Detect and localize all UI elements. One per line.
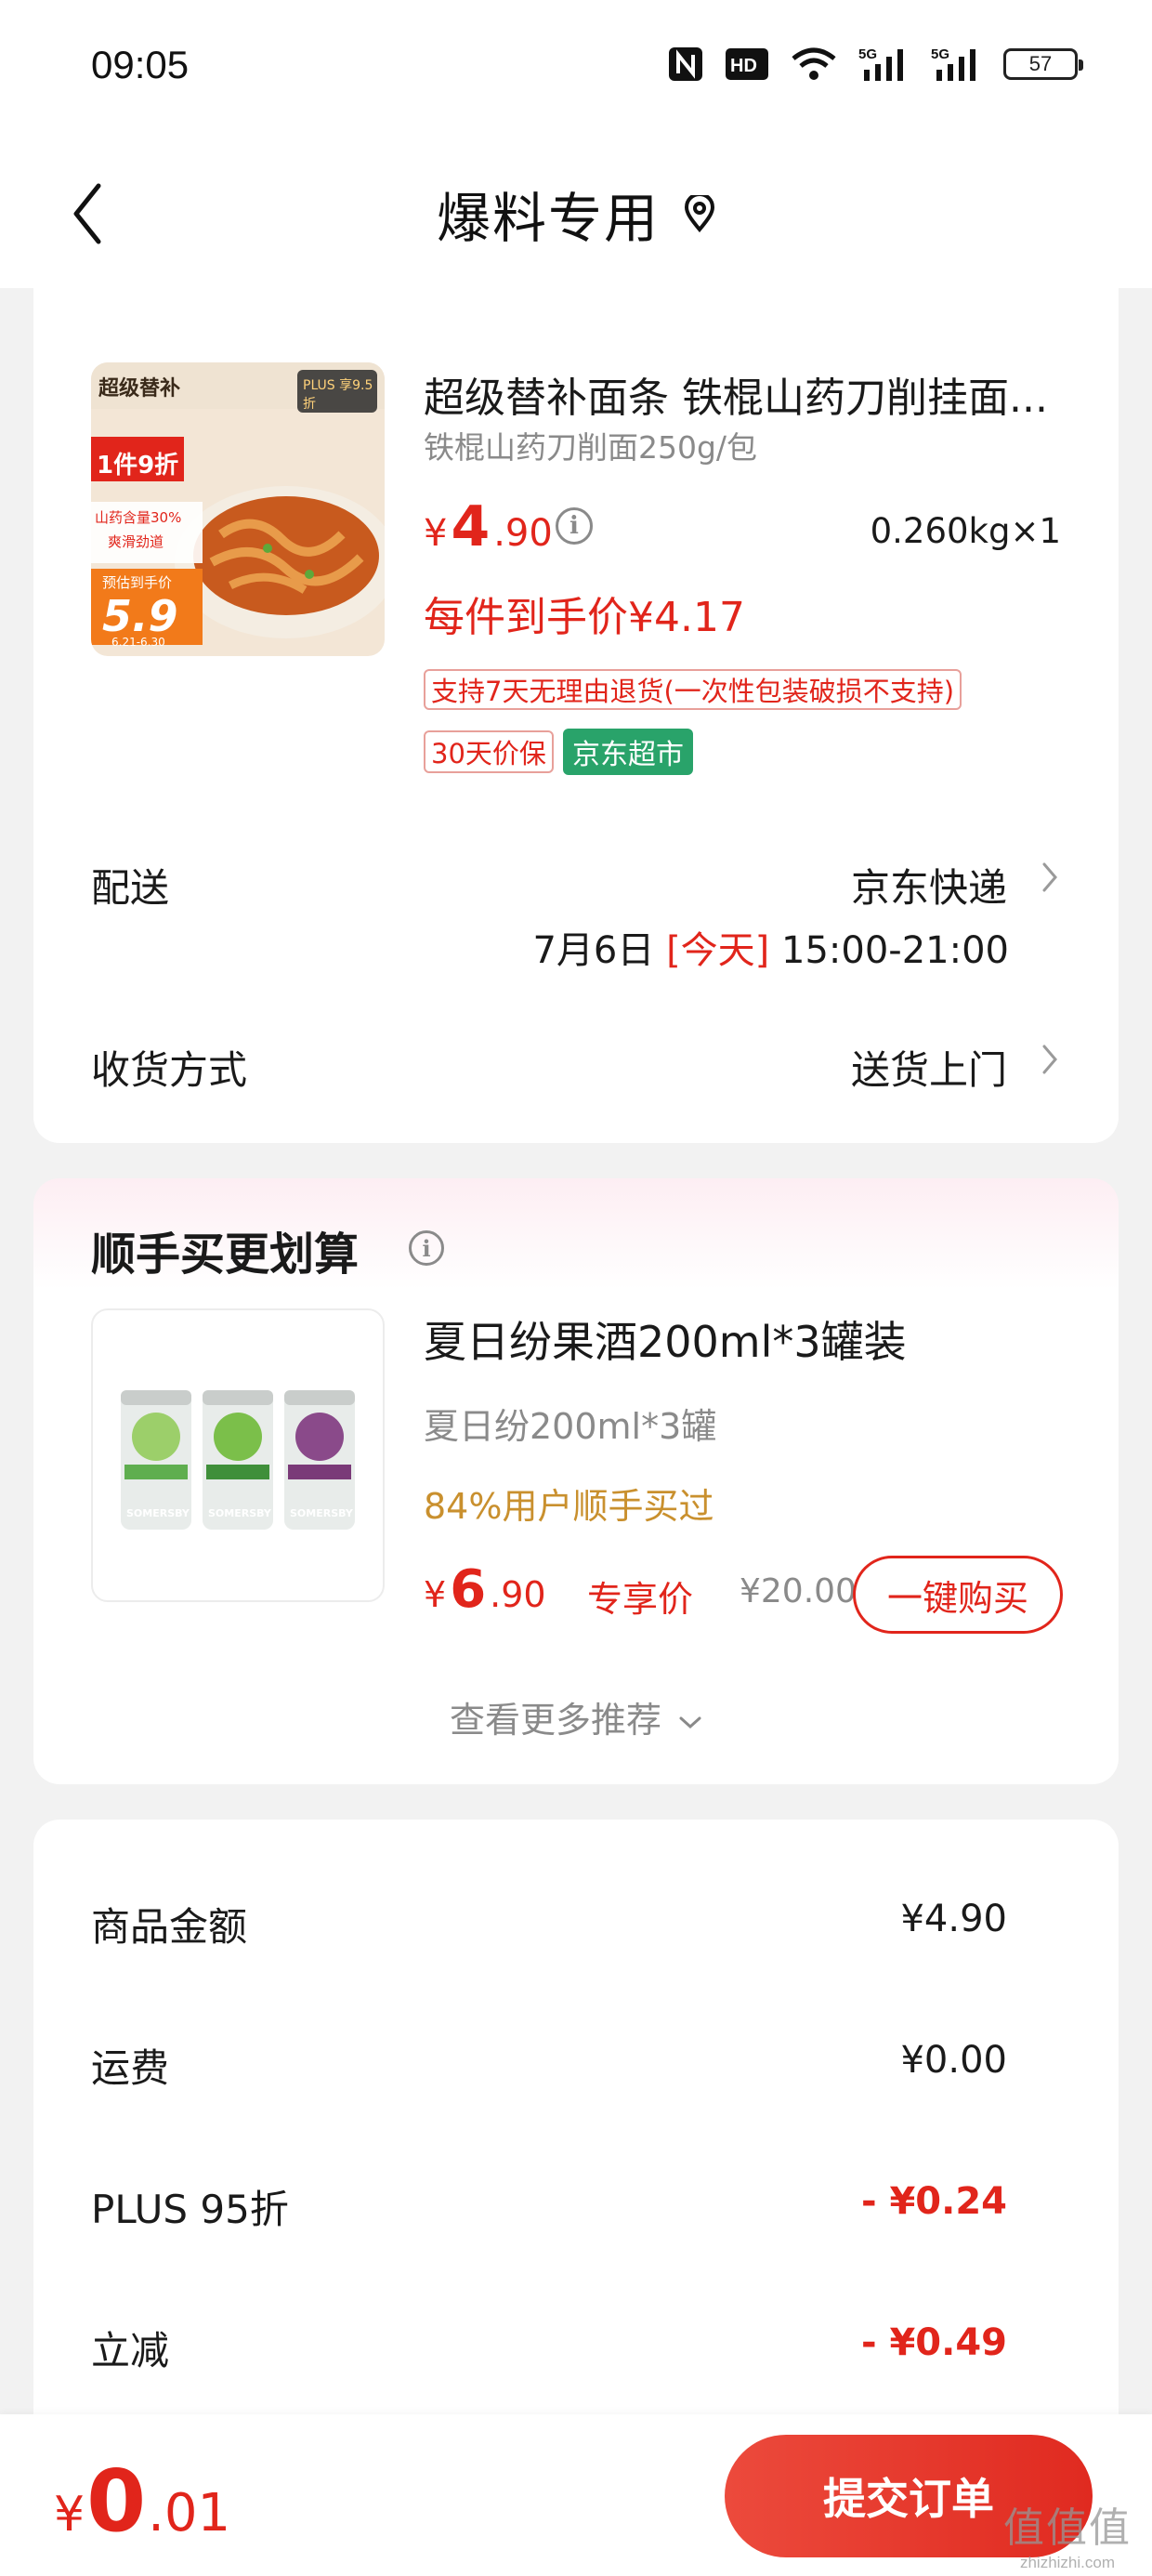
total-price: ¥ 0 .01 [54, 2451, 230, 2551]
page-title: 爆料专用 [436, 187, 660, 250]
receive-label: 收货方式 [91, 1047, 248, 1093]
total-decimal: .01 [148, 2483, 231, 2543]
final-price: 每件到手价¥4.17 [424, 594, 745, 641]
cost-value-discount: - ¥0.49 [860, 2321, 1007, 2364]
cost-value-goods: ¥4.90 [900, 1898, 1007, 1940]
recommend-info-icon[interactable]: i [409, 1230, 444, 1266]
est-price-value: 5.9 [102, 591, 178, 641]
exclusive-price-label: 专享价 [587, 1579, 694, 1620]
watermark-main: 值值值 [1003, 2504, 1132, 2552]
watermark: 值值值 zhizhizhi.com [1003, 2494, 1132, 2572]
product-card: 超级替补 PLUS 享9.5折 1件9折 山药含量30% 爽滑劲道 预估到手价 … [33, 288, 1119, 1143]
recommend-item-spec: 夏日纷200ml*3罐 [424, 1406, 717, 1447]
status-icons: HD 5G 5G 57 [667, 41, 1083, 87]
product-spec: 铁棍山药刀削面250g/包 [424, 429, 758, 466]
price-protect-tag: 30天价保 [424, 730, 554, 773]
delivery-today: [今天] [666, 929, 770, 972]
location-pin-icon[interactable] [684, 195, 715, 232]
cost-card: 商品金额 ¥4.90 运费 ¥0.00 PLUS 95折 - ¥0.24 立减 … [33, 1820, 1119, 2414]
chevron-right-icon[interactable] [1039, 859, 1061, 896]
jd-market-tag: 京东超市 [563, 729, 693, 775]
discount-badge: 1件9折 [97, 452, 179, 480]
price-currency: ¥ [424, 512, 448, 555]
original-price: ¥20.00 [740, 1572, 857, 1610]
can-brand-label: SOMERSBY [126, 1507, 190, 1519]
svg-text:HD: HD [730, 56, 757, 76]
recommend-item-name[interactable]: 夏日纷果酒200ml*3罐装 [424, 1308, 907, 1370]
price-decimal: .90 [493, 512, 553, 555]
bottom-bar: ¥ 0 .01 提交订单 [0, 2414, 1152, 2576]
recommend-image[interactable]: SOMERSBY SOMERSBY SOMERSBY [91, 1308, 385, 1602]
product-image[interactable]: 超级替补 PLUS 享9.5折 1件9折 山药含量30% 爽滑劲道 预估到手价 … [91, 362, 385, 656]
delivery-value[interactable]: 京东快递 [851, 857, 1007, 913]
price-currency: ¥ [424, 1574, 447, 1615]
price-decimal: .90 [490, 1574, 546, 1615]
receive-value[interactable]: 送货上门 [851, 1039, 1007, 1096]
cost-label-plus: PLUS 95折 [91, 2187, 289, 2232]
svg-text:5G: 5G [858, 46, 877, 62]
price-integer: 4 [451, 494, 491, 559]
recommend-title: 顺手买更划算 [91, 1229, 360, 1281]
cost-value-plus: - ¥0.24 [860, 2180, 1007, 2223]
est-price-label: 预估到手价 [102, 574, 173, 591]
more-recommend-link[interactable]: 查看更多推荐 [33, 1691, 1119, 1742]
nav-title-wrap: 爆料专用 [0, 139, 1152, 288]
delivery-date: 7月6日 [532, 929, 655, 972]
return-policy-tag: 支持7天无理由退货(一次性包装破损不支持) [424, 669, 962, 710]
price-integer: 6 [450, 1559, 487, 1620]
signal-5g-icon: 5G [931, 46, 983, 83]
chevron-down-icon [679, 1716, 701, 1728]
hd-icon: HD [725, 47, 769, 81]
can-brand-label: SOMERSBY [208, 1507, 271, 1519]
delivery-label: 配送 [91, 865, 170, 911]
feature-badge-1: 山药含量30% [95, 509, 182, 526]
more-recommend-label: 查看更多推荐 [449, 1700, 661, 1741]
svg-text:5G: 5G [931, 46, 949, 62]
recommend-bought-text: 84%用户顺手买过 [424, 1486, 714, 1527]
recommend-card: 顺手买更划算 i SOMERSBY SOMERSBY SOMERSBY 夏日纷果… [33, 1178, 1119, 1784]
total-currency: ¥ [54, 2487, 85, 2543]
price-info-icon[interactable]: i [556, 507, 593, 545]
total-integer: 0 [86, 2451, 147, 2551]
cost-label-goods: 商品金额 [91, 1904, 248, 1950]
brand-badge: 超级替补 [98, 377, 181, 401]
can-brand-label: SOMERSBY [290, 1507, 353, 1519]
date-range-badge: 6.21-6.30 [111, 636, 165, 649]
nfc-icon [667, 46, 704, 83]
feature-badge-2: 爽滑劲道 [108, 533, 164, 550]
status-bar: 09:05 HD 5G 5G 57 [0, 0, 1152, 139]
signal-5g-icon: 5G [858, 46, 910, 83]
recommend-price: ¥ 6 .90 [424, 1559, 546, 1620]
delivery-time-range: 15:00-21:00 [781, 929, 1009, 972]
battery-icon: 57 [1003, 48, 1083, 80]
product-title[interactable]: 超级替补面条 铁棍山药刀削挂面... [424, 364, 1093, 424]
watermark-sub: zhizhizhi.com [1019, 2554, 1116, 2571]
cost-label-discount: 立减 [91, 2328, 170, 2373]
one-click-buy-button[interactable]: 一键购买 [853, 1556, 1063, 1634]
cost-value-shipping: ¥0.00 [900, 2039, 1007, 2082]
battery-level: 57 [1028, 52, 1053, 75]
wifi-icon [790, 46, 838, 83]
product-weight: 0.260kg×1 [870, 511, 1061, 551]
delivery-time[interactable]: 7月6日 [今天] 15:00-21:00 [532, 920, 1009, 974]
status-time: 09:05 [91, 43, 190, 86]
nav-bar: 爆料专用 [0, 139, 1152, 288]
cost-label-shipping: 运费 [91, 2045, 170, 2091]
chevron-right-icon[interactable] [1039, 1041, 1061, 1078]
plus-discount-badge: PLUS 享9.5折 [303, 378, 373, 412]
product-price: ¥ 4 .90 [424, 494, 553, 559]
